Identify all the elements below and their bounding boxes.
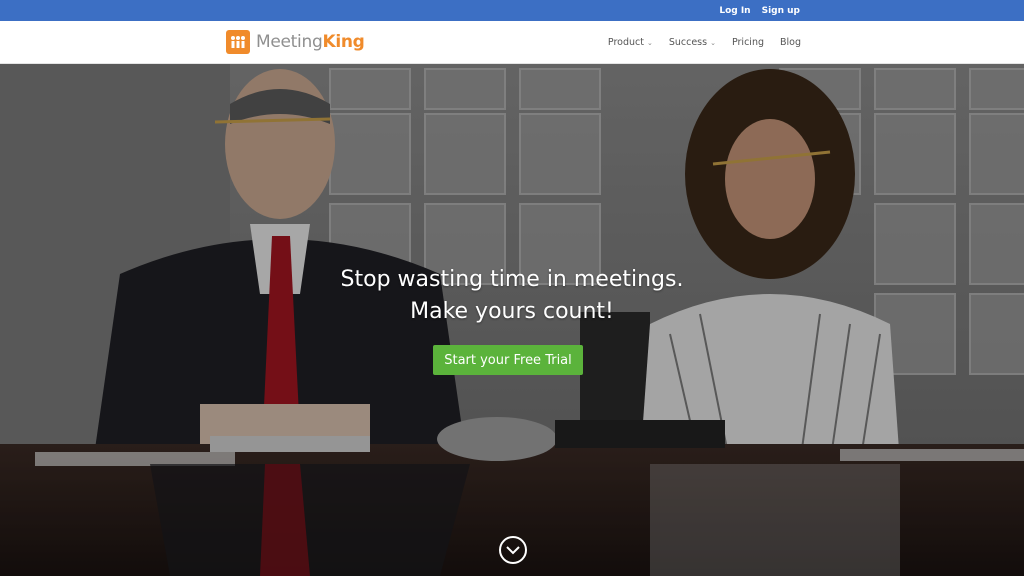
menu-item-blog[interactable]: Blog (780, 37, 801, 48)
signup-link[interactable]: Sign up (762, 6, 800, 16)
main-navbar: MeetingKing Product ⌄ Success ⌄ Pricing … (0, 21, 1024, 64)
meetingking-logo-icon (226, 30, 250, 54)
hero-section: Stop wasting time in meetings. Make your… (0, 64, 1024, 576)
menu-item-label: Success (668, 37, 708, 48)
account-links: Log In Sign up (719, 0, 800, 21)
menu-item-label: Product (607, 37, 644, 48)
logo-text-meeting: Meeting (256, 32, 323, 52)
login-link[interactable]: Log In (719, 6, 750, 16)
main-menu: Product ⌄ Success ⌄ Pricing Blog (608, 21, 801, 64)
logo[interactable]: MeetingKing (226, 30, 365, 54)
menu-item-pricing[interactable]: Pricing (732, 37, 764, 48)
hero-headline: Stop wasting time in meetings. Make your… (340, 267, 684, 324)
top-utility-bar: Log In Sign up (0, 0, 1024, 21)
chevron-down-icon: ⌄ (646, 38, 653, 47)
menu-item-success[interactable]: Success ⌄ (669, 37, 716, 48)
menu-item-product[interactable]: Product ⌄ (608, 37, 653, 48)
chevron-down-circle-icon[interactable] (499, 536, 527, 564)
logo-text: MeetingKing (256, 32, 365, 52)
menu-item-label: Pricing (731, 37, 764, 48)
chevron-down-icon: ⌄ (710, 38, 716, 47)
logo-text-king: King (322, 32, 365, 52)
menu-item-label: Blog (780, 37, 801, 48)
start-free-trial-button[interactable]: Start your Free Trial (433, 345, 583, 375)
